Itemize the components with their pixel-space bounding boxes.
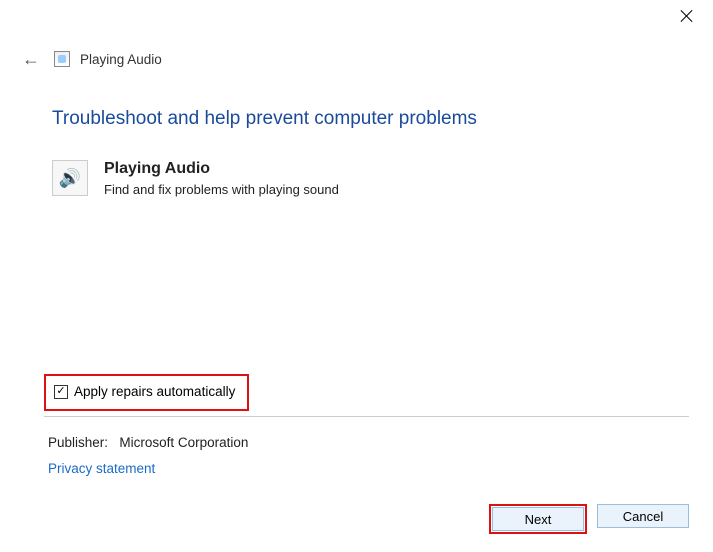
main-content: Troubleshoot and help prevent computer p… xyxy=(52,108,683,205)
header: ← Playing Audio xyxy=(18,48,162,70)
troubleshooter-description: Find and fix problems with playing sound xyxy=(104,182,339,197)
page-heading: Troubleshoot and help prevent computer p… xyxy=(52,108,683,130)
divider xyxy=(44,416,689,417)
cancel-button[interactable]: Cancel xyxy=(597,504,689,528)
options-area: Apply repairs automatically xyxy=(44,374,689,411)
apply-repairs-highlight: Apply repairs automatically xyxy=(44,374,249,411)
audio-troubleshooter-icon: 🔊 xyxy=(52,160,88,196)
publisher-value: Microsoft Corporation xyxy=(119,435,248,450)
privacy-statement-link[interactable]: Privacy statement xyxy=(48,456,248,482)
close-icon[interactable] xyxy=(679,8,695,24)
next-button-highlight: Next xyxy=(489,504,587,534)
back-arrow-icon[interactable]: ← xyxy=(18,48,44,70)
window-title: Playing Audio xyxy=(80,52,162,67)
publisher-label: Publisher: xyxy=(48,435,108,450)
app-icon xyxy=(54,51,70,67)
button-bar: Next Cancel xyxy=(489,504,689,534)
apply-repairs-label[interactable]: Apply repairs automatically xyxy=(74,384,235,399)
apply-repairs-checkbox[interactable] xyxy=(54,385,68,399)
metadata: Publisher: Microsoft Corporation Privacy… xyxy=(48,430,248,481)
next-button[interactable]: Next xyxy=(492,507,584,531)
troubleshooter-item: 🔊 Playing Audio Find and fix problems wi… xyxy=(52,160,683,197)
troubleshooter-title: Playing Audio xyxy=(104,160,339,178)
